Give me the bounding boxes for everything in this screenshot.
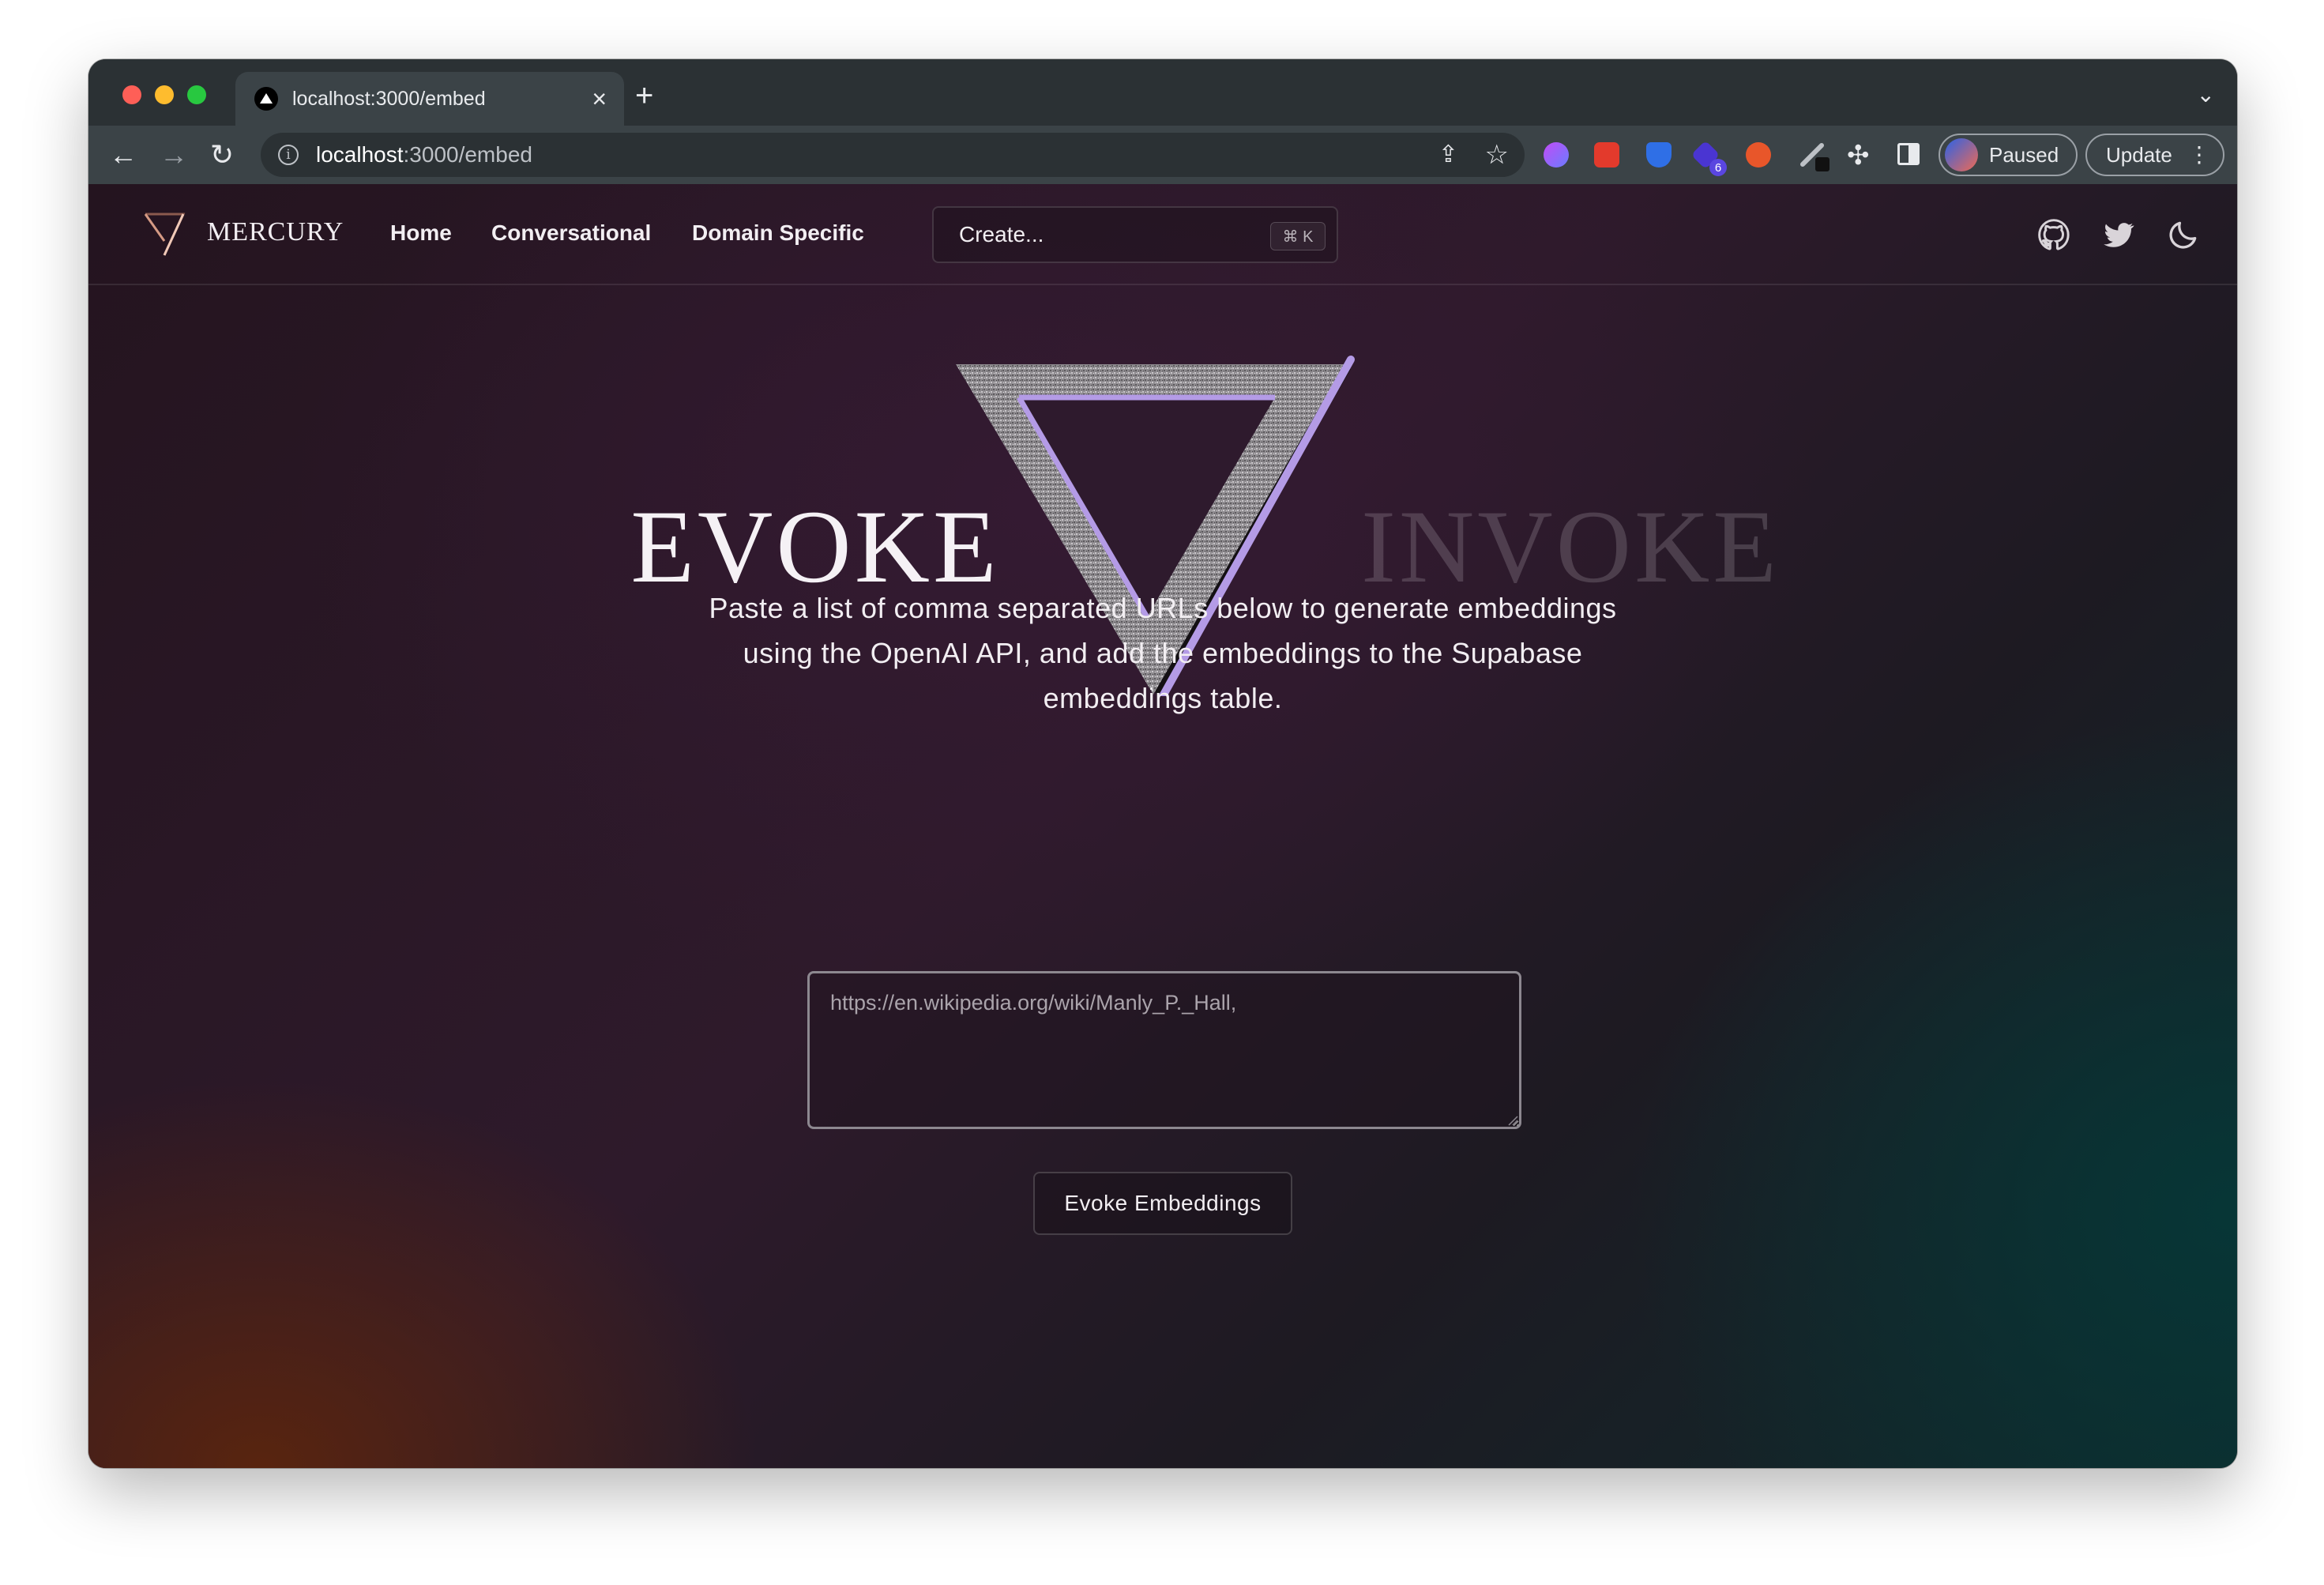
profile-button[interactable]: Paused — [1939, 134, 2078, 176]
bitwarden-shield-icon[interactable] — [1646, 142, 1672, 168]
extension-pen-badge-icon — [1815, 157, 1829, 171]
browser-toolbar: ← → ↻ i localhost:3000/embed ⇪ ☆ 6 ✣ Pau… — [88, 126, 2237, 184]
browser-tab[interactable]: localhost:3000/embed × — [235, 72, 624, 126]
reload-icon[interactable]: ↻ — [210, 140, 234, 170]
site-info-icon[interactable]: i — [278, 145, 299, 165]
address-bar[interactable]: i localhost:3000/embed ⇪ ☆ — [261, 133, 1525, 177]
side-panel-icon[interactable] — [1897, 143, 1920, 165]
brand-name[interactable]: MERCURY — [207, 217, 344, 247]
tab-title: localhost:3000/embed — [292, 87, 486, 110]
nav-link-conversational[interactable]: Conversational — [491, 220, 651, 246]
extensions-puzzle-icon[interactable]: ✣ — [1847, 140, 1870, 171]
new-tab-button[interactable]: + — [635, 78, 653, 113]
share-icon[interactable]: ⇪ — [1438, 141, 1458, 168]
duckduckgo-icon[interactable] — [1746, 142, 1771, 168]
close-tab-icon[interactable]: × — [592, 85, 607, 113]
github-icon[interactable] — [2036, 217, 2071, 252]
address-host: localhost — [316, 142, 404, 167]
mercury-logo-icon[interactable] — [142, 209, 186, 258]
create-label: Create... — [959, 222, 1044, 247]
extension-gradient-icon[interactable] — [1544, 142, 1569, 168]
address-path: :3000/embed — [403, 142, 532, 167]
maximize-window-button[interactable] — [187, 85, 206, 104]
nav-link-home[interactable]: Home — [390, 220, 452, 246]
page-description: Paste a list of comma separated URLs bel… — [709, 592, 1617, 714]
create-command-button[interactable]: Create... ⌘ K — [932, 206, 1338, 263]
address-url[interactable]: localhost:3000/embed — [316, 142, 532, 168]
browser-window: localhost:3000/embed × + ⌄ ← → ↻ i local… — [88, 59, 2237, 1468]
menu-dots-icon[interactable]: ⋮ — [2188, 141, 2210, 168]
vercel-favicon-icon — [254, 87, 278, 111]
keyboard-shortcut: ⌘ K — [1270, 222, 1326, 250]
extension-badge: 6 — [1709, 159, 1727, 176]
resize-handle-icon[interactable] — [1507, 1115, 1518, 1126]
avatar — [1945, 138, 1978, 171]
update-button[interactable]: Update ⋮ — [2085, 134, 2224, 176]
close-window-button[interactable] — [122, 85, 141, 104]
profile-label: Paused — [1989, 142, 2059, 167]
update-label: Update — [2106, 142, 2172, 167]
evoke-embeddings-button[interactable]: Evoke Embeddings — [1033, 1172, 1292, 1235]
forward-arrow-icon[interactable]: → — [160, 140, 188, 170]
twitter-icon[interactable] — [2101, 217, 2136, 252]
moon-dark-mode-icon[interactable] — [2166, 217, 2201, 252]
tab-search-chevron-icon[interactable]: ⌄ — [2197, 81, 2215, 107]
back-arrow-icon[interactable]: ← — [109, 140, 137, 170]
title-bar: localhost:3000/embed × + ⌄ — [88, 59, 2237, 126]
page-content: MERCURY Home Conversational Domain Speci… — [88, 184, 2237, 1468]
bookmark-star-icon[interactable]: ☆ — [1485, 139, 1509, 171]
nav-link-domain-specific[interactable]: Domain Specific — [692, 220, 864, 246]
site-header: MERCURY Home Conversational Domain Speci… — [88, 184, 2237, 285]
urls-input[interactable] — [807, 971, 1521, 1129]
minimize-window-button[interactable] — [155, 85, 174, 104]
extension-red-icon[interactable] — [1594, 142, 1619, 168]
